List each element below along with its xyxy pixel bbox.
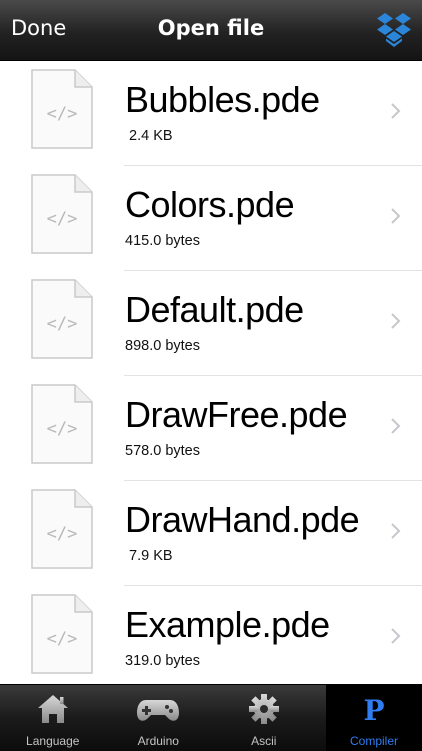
chevron-right-icon: [391, 313, 401, 329]
file-size: 2.4 KB: [125, 128, 173, 144]
navigation-bar: Done Open file: [0, 0, 422, 61]
chevron-right-icon: [391, 418, 401, 434]
file-name: Example.pde: [125, 604, 330, 645]
tab-label: Arduino: [137, 734, 179, 748]
file-name: Colors.pde: [125, 184, 295, 225]
tab-ascii[interactable]: Ascii: [211, 685, 317, 751]
svg-text:</>: </>: [47, 104, 78, 124]
svg-text:</>: </>: [47, 419, 78, 439]
tab-language[interactable]: Language: [0, 685, 106, 751]
file-size: 415.0 bytes: [125, 233, 200, 249]
chevron-right-icon: [391, 523, 401, 539]
file-row[interactable]: </> Colors.pde 415.0 bytes: [0, 166, 422, 271]
tab-label: Compiler: [349, 734, 398, 748]
code-file-icon: </>: [31, 279, 93, 359]
file-name: DrawFree.pde: [125, 394, 348, 435]
file-name: Bubbles.pde: [125, 79, 320, 120]
file-row[interactable]: </> Example.pde 319.0 bytes: [0, 586, 422, 684]
gear-icon: [248, 694, 279, 724]
file-size: 319.0 bytes: [125, 653, 200, 669]
file-row[interactable]: </> Default.pde 898.0 bytes: [0, 271, 422, 376]
file-row[interactable]: </> Bubbles.pde 2.4 KB: [0, 61, 422, 166]
gamepad-icon: [137, 700, 180, 721]
chevron-right-icon: [391, 628, 401, 644]
done-button[interactable]: Done: [11, 16, 66, 40]
tab-label: Language: [26, 734, 80, 748]
svg-text:</>: </>: [47, 314, 78, 334]
chevron-right-icon: [391, 103, 401, 119]
code-file-icon: </>: [31, 174, 93, 254]
file-list: </> Bubbles.pde 2.4 KB </> Colors.pde 41…: [0, 61, 422, 684]
svg-text:</>: </>: [47, 209, 78, 229]
file-size: 7.9 KB: [125, 548, 173, 564]
dropbox-icon[interactable]: [374, 10, 414, 50]
code-file-icon: </>: [31, 384, 93, 464]
tab-label: Ascii: [251, 734, 277, 748]
svg-text:</>: </>: [47, 629, 78, 649]
file-size: 578.0 bytes: [125, 443, 200, 459]
file-name: Default.pde: [125, 289, 304, 330]
code-file-icon: </>: [31, 489, 93, 569]
tab-arduino[interactable]: Arduino: [106, 685, 212, 751]
svg-text:</>: </>: [47, 524, 78, 544]
file-name: DrawHand.pde: [125, 499, 360, 540]
code-file-icon: </>: [31, 69, 93, 149]
file-row[interactable]: </> DrawHand.pde 7.9 KB: [0, 481, 422, 586]
file-size: 898.0 bytes: [125, 338, 200, 354]
tab-compiler[interactable]: P Compiler: [326, 685, 422, 751]
processing-p-icon: P: [363, 694, 384, 725]
tab-bar: Language Arduino Ascii P Compiler: [0, 684, 422, 751]
chevron-right-icon: [391, 208, 401, 224]
home-icon: [37, 695, 68, 723]
file-row[interactable]: </> DrawFree.pde 578.0 bytes: [0, 376, 422, 481]
code-file-icon: </>: [31, 594, 93, 674]
svg-text:P: P: [363, 694, 384, 725]
